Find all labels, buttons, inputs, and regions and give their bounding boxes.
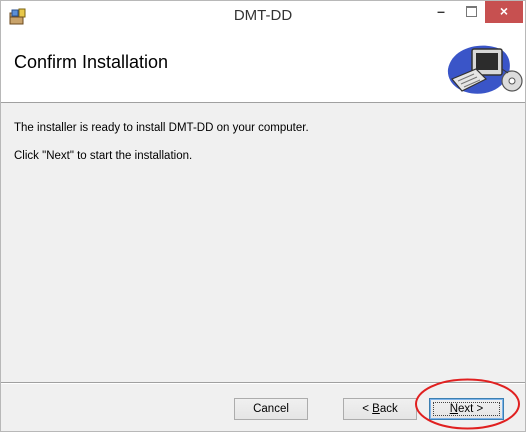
computer-with-cd-icon xyxy=(447,45,523,94)
installer-window: DMT-DD – × Confirm Installation The inst… xyxy=(0,0,526,432)
ready-message: The installer is ready to install DMT-DD… xyxy=(14,122,309,134)
header-banner: Confirm Installation xyxy=(1,32,525,103)
minimize-button[interactable]: – xyxy=(427,1,455,23)
back-button-prefix: < xyxy=(362,403,373,415)
back-button-rest: ack xyxy=(379,403,398,415)
maximize-button[interactable] xyxy=(459,1,483,23)
maximize-icon xyxy=(466,6,477,17)
highlight-oval xyxy=(415,378,520,430)
back-button-mnemonic: B xyxy=(372,403,380,415)
instruction-message: Click "Next" to start the installation. xyxy=(14,150,193,162)
close-button[interactable]: × xyxy=(485,1,523,23)
title-bar[interactable]: DMT-DD – × xyxy=(1,1,525,32)
page-title: Confirm Installation xyxy=(14,52,169,72)
back-button[interactable]: < Back xyxy=(343,398,417,420)
cancel-button[interactable]: Cancel xyxy=(234,398,308,420)
